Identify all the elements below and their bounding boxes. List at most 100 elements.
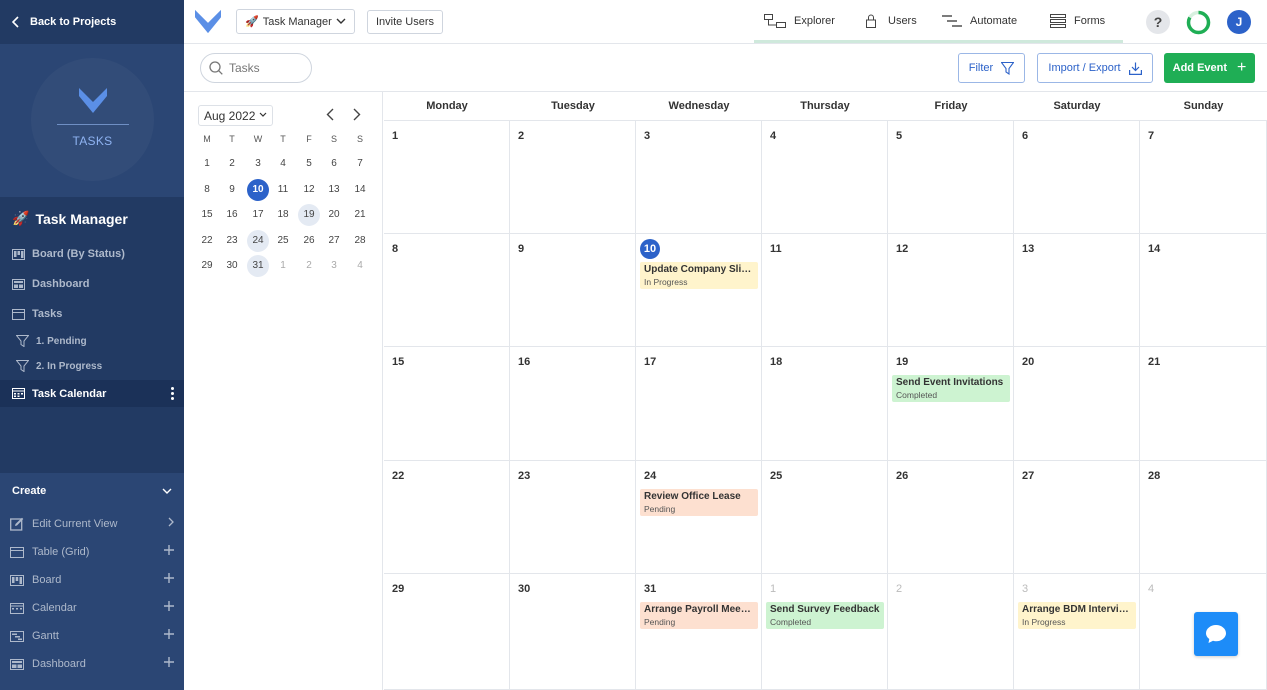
next-month-icon[interactable]	[353, 108, 361, 121]
day-cell[interactable]: 4	[762, 121, 888, 234]
day-cell[interactable]: 12	[888, 234, 1014, 347]
day-cell-next-month[interactable]: 2	[888, 574, 1014, 690]
import-export-button[interactable]: Import / Export	[1037, 53, 1153, 83]
day-cell[interactable]: 31 Arrange Payroll Meeting Pending	[636, 574, 762, 690]
mini-day-today[interactable]: 10	[247, 179, 269, 201]
day-cell[interactable]: 21	[1140, 347, 1267, 461]
day-cell[interactable]: 20	[1014, 347, 1140, 461]
mini-day[interactable]: 6	[323, 153, 345, 175]
mini-day[interactable]: 18	[272, 204, 294, 226]
day-cell[interactable]: 8	[384, 234, 510, 347]
filter-button[interactable]: Filter	[958, 53, 1025, 83]
mini-day[interactable]: 12	[298, 179, 320, 201]
day-cell[interactable]: 25	[762, 461, 888, 574]
mini-day[interactable]: 28	[349, 230, 371, 252]
mini-day[interactable]: 22	[196, 230, 218, 252]
search-input[interactable]	[229, 61, 309, 75]
create-board[interactable]: Board	[10, 570, 174, 590]
event-card[interactable]: Arrange BDM Interviews In Progress	[1018, 602, 1136, 629]
day-cell[interactable]: 18	[762, 347, 888, 461]
mini-day[interactable]: 5	[298, 153, 320, 175]
tab-forms[interactable]: Forms	[1050, 0, 1105, 41]
day-cell[interactable]: 24 Review Office Lease Pending	[636, 461, 762, 574]
tab-automate[interactable]: Automate	[942, 0, 1017, 41]
day-cell[interactable]: 16	[510, 347, 636, 461]
user-avatar[interactable]: J	[1227, 10, 1251, 34]
prev-month-icon[interactable]	[326, 108, 334, 121]
kebab-menu-icon[interactable]	[171, 387, 174, 400]
tab-users[interactable]: Users	[866, 0, 917, 41]
sidebar-item-pending[interactable]: 1. Pending	[16, 331, 87, 351]
create-header[interactable]: Create	[12, 485, 172, 497]
day-cell[interactable]: 26	[888, 461, 1014, 574]
mini-day[interactable]: 23	[221, 230, 243, 252]
back-to-projects-link[interactable]: Back to Projects	[0, 0, 184, 44]
sidebar-item-board[interactable]: Board (By Status)	[12, 244, 125, 264]
sidebar-item-dashboard[interactable]: Dashboard	[12, 274, 89, 294]
mini-day[interactable]: 29	[196, 255, 218, 277]
day-cell[interactable]: 28	[1140, 461, 1267, 574]
sidebar-item-in-progress[interactable]: 2. In Progress	[16, 356, 102, 376]
day-cell[interactable]: 5	[888, 121, 1014, 234]
day-cell[interactable]: 15	[384, 347, 510, 461]
mini-day[interactable]: 21	[349, 204, 371, 226]
create-calendar[interactable]: Calendar	[10, 598, 174, 618]
sidebar-item-tasks[interactable]: Tasks	[12, 304, 62, 324]
mini-day-with-event[interactable]: 19	[298, 204, 320, 226]
mini-day[interactable]: 20	[323, 204, 345, 226]
day-cell[interactable]: 27	[1014, 461, 1140, 574]
mini-day[interactable]: 9	[221, 179, 243, 201]
mini-day[interactable]: 25	[272, 230, 294, 252]
day-cell[interactable]: 2	[510, 121, 636, 234]
invite-users-button[interactable]: Invite Users	[367, 10, 443, 34]
add-event-button[interactable]: Add Event +	[1164, 53, 1255, 83]
mini-day-next-month[interactable]: 4	[349, 255, 371, 277]
sidebar-item-task-calendar[interactable]: Task Calendar	[0, 380, 184, 407]
event-card[interactable]: Send Event Invitations Completed	[892, 375, 1010, 402]
mini-day[interactable]: 13	[323, 179, 345, 201]
progress-ring-icon[interactable]	[1186, 10, 1211, 35]
day-cell[interactable]: 3	[636, 121, 762, 234]
mini-day[interactable]: 7	[349, 153, 371, 175]
day-cell[interactable]: 1	[384, 121, 510, 234]
chat-button[interactable]	[1194, 612, 1238, 656]
day-cell[interactable]: 6	[1014, 121, 1140, 234]
mini-day-with-event[interactable]: 24	[247, 230, 269, 252]
project-select[interactable]: 🚀 Task Manager	[236, 9, 355, 34]
event-card[interactable]: Review Office Lease Pending	[640, 489, 758, 516]
mini-day-next-month[interactable]: 2	[298, 255, 320, 277]
day-cell[interactable]: 19 Send Event Invitations Completed	[888, 347, 1014, 461]
event-card[interactable]: Update Company Slides In Progress	[640, 262, 758, 289]
day-cell[interactable]: 14	[1140, 234, 1267, 347]
day-cell[interactable]: 22	[384, 461, 510, 574]
mini-day[interactable]: 30	[221, 255, 243, 277]
project-logo[interactable]: TASKS	[31, 58, 154, 181]
mini-day[interactable]: 3	[247, 153, 269, 175]
mini-day[interactable]: 1	[196, 153, 218, 175]
create-gantt[interactable]: Gantt	[10, 626, 174, 646]
mini-day[interactable]: 11	[272, 179, 294, 201]
day-cell[interactable]: 30	[510, 574, 636, 690]
mini-day-with-event[interactable]: 31	[247, 255, 269, 277]
mini-day[interactable]: 15	[196, 204, 218, 226]
mini-day[interactable]: 4	[272, 153, 294, 175]
mini-day-next-month[interactable]: 3	[323, 255, 345, 277]
mini-day[interactable]: 8	[196, 179, 218, 201]
mini-day[interactable]: 26	[298, 230, 320, 252]
day-cell-next-month[interactable]: 1 Send Survey Feedback Completed	[762, 574, 888, 690]
event-card[interactable]: Send Survey Feedback Completed	[766, 602, 884, 629]
create-edit-current-view[interactable]: Edit Current View	[10, 514, 174, 534]
mini-day[interactable]: 16	[221, 204, 243, 226]
day-cell[interactable]: 11	[762, 234, 888, 347]
create-table[interactable]: Table (Grid)	[10, 542, 174, 562]
day-cell[interactable]: 23	[510, 461, 636, 574]
day-cell[interactable]: 29	[384, 574, 510, 690]
day-cell[interactable]: 13	[1014, 234, 1140, 347]
create-dashboard[interactable]: Dashboard	[10, 654, 174, 674]
mini-day[interactable]: 17	[247, 204, 269, 226]
help-button[interactable]: ?	[1146, 10, 1170, 34]
mini-day[interactable]: 27	[323, 230, 345, 252]
event-card[interactable]: Arrange Payroll Meeting Pending	[640, 602, 758, 629]
day-cell[interactable]: 7	[1140, 121, 1267, 234]
day-cell[interactable]: 9	[510, 234, 636, 347]
